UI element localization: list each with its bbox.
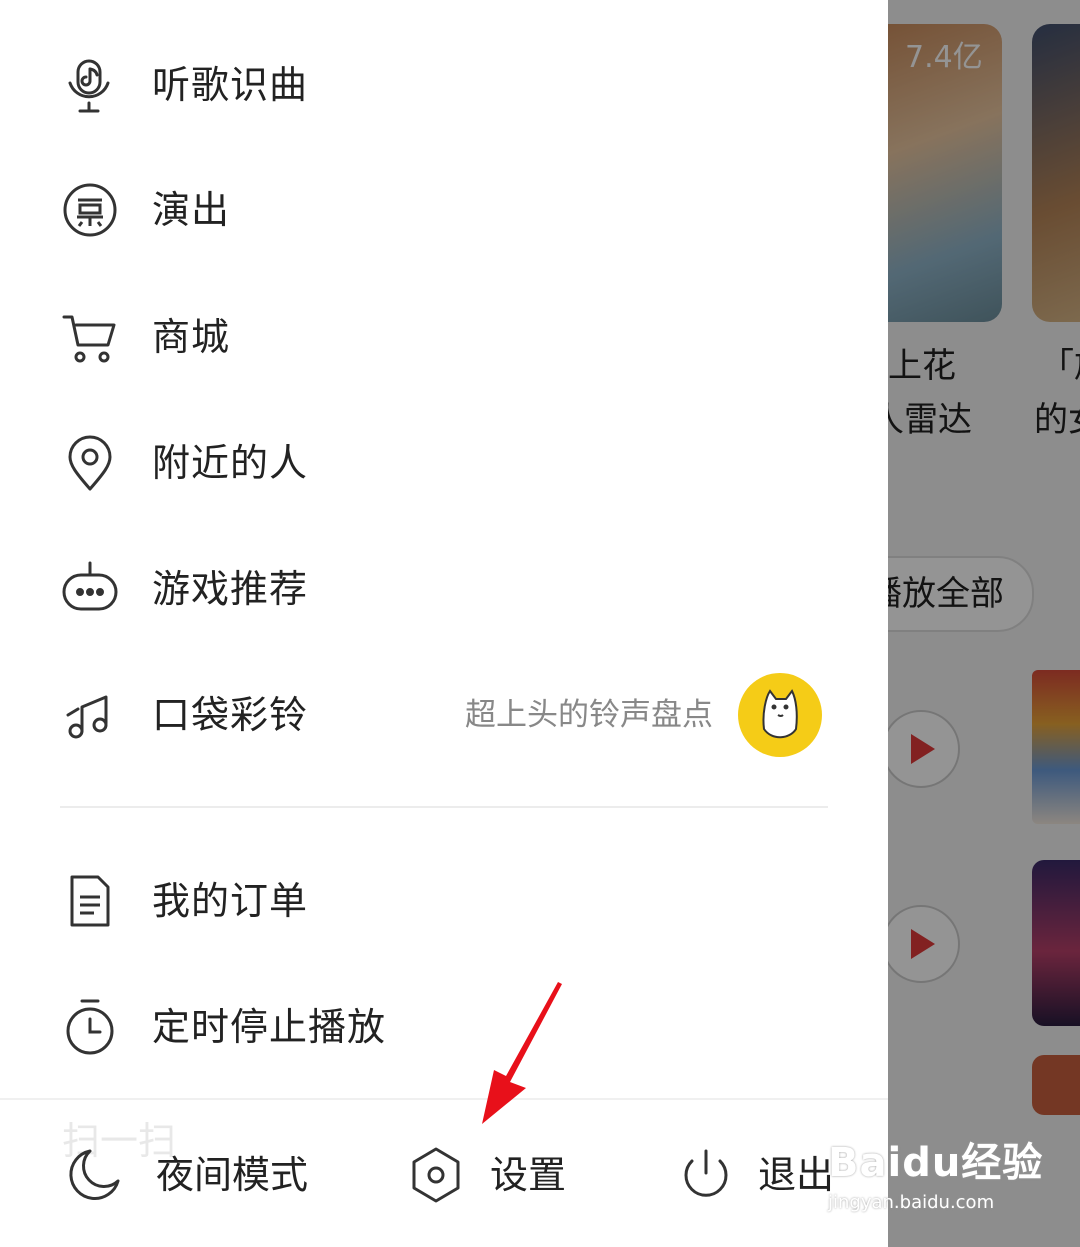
baidu-watermark: Baidu经验 jingyan.baidu.com [828, 1130, 1068, 1230]
music-note-icon [66, 695, 108, 739]
watermark-url: jingyan.baidu.com [828, 1192, 995, 1213]
menu-item-subtitle: 超上头的铃声盘点 [465, 697, 713, 733]
gamepad-icon [62, 561, 118, 611]
cart-icon [62, 315, 116, 363]
night-mode-label: 夜间模式 [156, 1153, 309, 1197]
menu-item-game-recommend[interactable]: 游戏推荐 [0, 534, 888, 644]
menu-item-label: 附近的人 [152, 441, 309, 485]
ticket-icon [63, 183, 117, 237]
moon-icon [69, 1149, 120, 1200]
logout-label: 退出 [758, 1153, 835, 1197]
power-icon [684, 1149, 728, 1197]
menu-item-song-recognition[interactable]: 听歌识曲 [0, 30, 888, 140]
side-drawer: 听歌识曲 演出 商城 附近的人 游戏推荐 口袋彩铃 超上头的铃声盘点 我的订单 … [0, 0, 888, 1247]
menu-item-label: 游戏推荐 [152, 567, 309, 611]
annotation-arrow [482, 982, 562, 1124]
menu-item-label: 听歌识曲 [152, 63, 309, 107]
watermark-brand: Baidu经验 [828, 1140, 1044, 1186]
menu-item-my-orders[interactable]: 我的订单 [0, 846, 888, 956]
menu-item-label: 演出 [152, 188, 231, 232]
menu-item-label: 定时停止播放 [152, 1005, 387, 1049]
menu-item-nearby[interactable]: 附近的人 [0, 408, 888, 518]
menu-item-shows[interactable]: 演出 [0, 155, 888, 265]
location-pin-icon [68, 435, 112, 491]
gear-icon [412, 1147, 460, 1203]
ringtone-avatar [738, 673, 822, 757]
microphone-icon [68, 59, 110, 113]
night-mode-button[interactable]: 夜间模式 [64, 1120, 344, 1230]
menu-item-pocket-ringtone[interactable]: 口袋彩铃 超上头的铃声盘点 [0, 660, 888, 770]
menu-item-label: 口袋彩铃 [152, 693, 309, 737]
bottom-bar-divider [0, 1098, 888, 1100]
menu-item-label: 我的订单 [152, 879, 309, 923]
document-icon [70, 875, 110, 927]
menu-divider [60, 806, 828, 808]
menu-item-sleep-timer[interactable]: 定时停止播放 [0, 972, 888, 1082]
menu-item-mall[interactable]: 商城 [0, 282, 888, 392]
timer-icon [66, 999, 114, 1055]
settings-label: 设置 [490, 1153, 567, 1197]
menu-item-label: 商城 [152, 315, 231, 359]
settings-button[interactable]: 设置 [406, 1120, 606, 1230]
